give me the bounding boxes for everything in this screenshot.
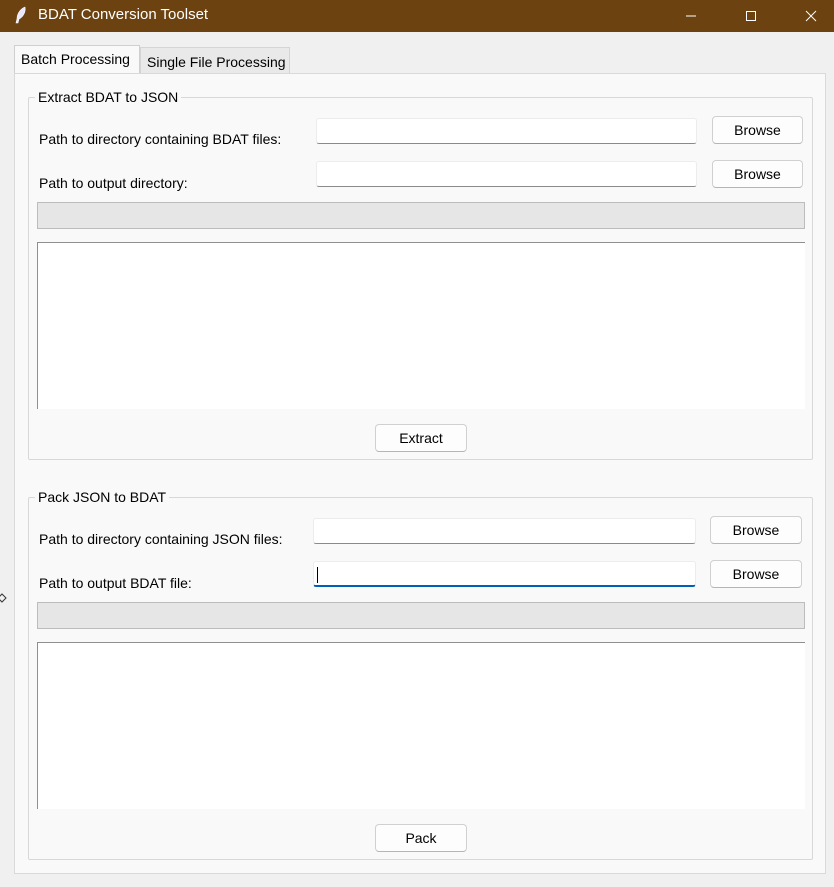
bdat-file-label: Path to output BDAT file: [39,575,192,591]
extract-button[interactable]: Extract [375,424,467,452]
json-dir-label: Path to directory containing JSON files: [39,531,283,547]
tab-batch-processing[interactable]: Batch Processing [14,45,140,73]
window-title: BDAT Conversion Toolset [38,6,209,23]
text-caret [317,567,318,583]
minimize-button[interactable] [662,0,720,32]
maximize-icon [746,11,756,21]
pack-group-title: Pack JSON to BDAT [35,489,170,505]
pack-log-output[interactable] [37,642,805,809]
tab-content-batch-processing: Extract BDAT to JSON Path to directory c… [14,73,826,874]
output-dir-label: Path to output directory: [39,175,188,191]
minimize-icon [686,15,696,17]
maximize-button[interactable] [722,0,780,32]
extract-group-title: Extract BDAT to JSON [35,89,182,105]
bdat-dir-input[interactable] [316,118,697,144]
pack-button[interactable]: Pack [375,824,467,852]
bdat-file-browse-button[interactable]: Browse [710,560,802,588]
close-icon [805,10,817,22]
close-button[interactable] [782,0,834,32]
tab-single-file-processing[interactable]: Single File Processing [140,47,290,73]
output-dir-browse-button[interactable]: Browse [712,160,803,188]
pack-group: Pack JSON to BDAT Path to directory cont… [28,489,813,860]
output-dir-input[interactable] [316,161,697,187]
extract-progress-bar [37,202,805,229]
extract-group: Extract BDAT to JSON Path to directory c… [28,89,813,460]
feather-icon [15,6,26,24]
pack-progress-bar [37,602,805,629]
json-dir-input[interactable] [313,518,696,544]
resize-arrow-icon [0,593,7,603]
extract-log-output[interactable] [37,242,805,409]
title-bar: BDAT Conversion Toolset [0,0,834,32]
bdat-dir-label: Path to directory containing BDAT files: [39,131,282,147]
json-dir-browse-button[interactable]: Browse [710,516,802,544]
bdat-dir-browse-button[interactable]: Browse [712,116,803,144]
bdat-file-input[interactable] [313,561,696,587]
